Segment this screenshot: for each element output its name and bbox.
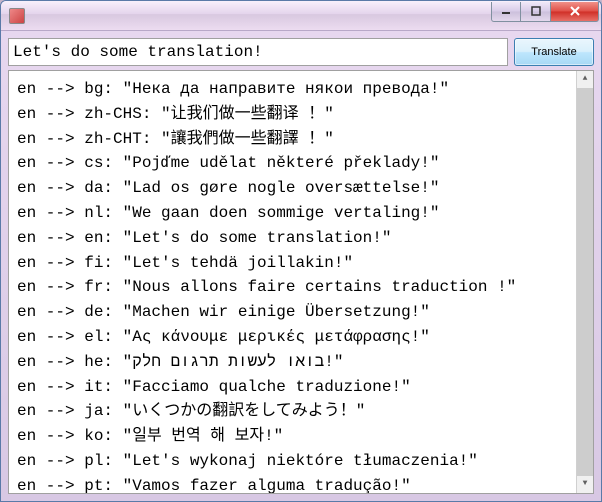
- maximize-button[interactable]: [521, 2, 551, 22]
- output-line: en --> zh-CHT: "讓我們做一些翻譯 ！": [17, 127, 585, 152]
- output-line: en --> ja: "いくつかの翻訳をしてみよう！": [17, 399, 585, 424]
- output-line: en --> bg: "Нека да направите някои прев…: [17, 77, 585, 102]
- scroll-up-arrow-icon[interactable]: ▲: [577, 71, 593, 88]
- titlebar[interactable]: [1, 1, 601, 31]
- output-line: en --> de: "Machen wir einige Übersetzun…: [17, 300, 585, 325]
- output-line: en --> it: "Facciamo qualche traduzione!…: [17, 375, 585, 400]
- app-icon: [9, 8, 25, 24]
- app-window: Translate en --> bg: "Нека да направите …: [0, 0, 602, 502]
- output-line: en --> en: "Let's do some translation!": [17, 226, 585, 251]
- minimize-button[interactable]: [491, 2, 521, 22]
- close-button[interactable]: [551, 2, 599, 22]
- scroll-down-arrow-icon[interactable]: ▼: [577, 476, 593, 493]
- output-line: en --> zh-CHS: "让我们做一些翻译 ！": [17, 102, 585, 127]
- client-area: Translate en --> bg: "Нека да направите …: [1, 31, 601, 501]
- translate-button[interactable]: Translate: [514, 38, 594, 66]
- scrollbar-thumb[interactable]: [577, 88, 593, 476]
- output-line: en --> fi: "Let's tehdä joillakin!": [17, 251, 585, 276]
- output-line: en --> fr: "Nous allons faire certains t…: [17, 275, 585, 300]
- output-line: en --> he: "בואו לעשות תרגום חלק!": [17, 350, 585, 375]
- minimize-icon: [501, 6, 511, 16]
- input-row: Translate: [8, 38, 594, 66]
- output-line: en --> pt: "Vamos fazer alguma tradução!…: [17, 474, 585, 494]
- translation-input[interactable]: [8, 38, 508, 66]
- output-lines: en --> bg: "Нека да направите някои прев…: [17, 77, 585, 494]
- output-line: en --> pl: "Let's wykonaj niektóre tłuma…: [17, 449, 585, 474]
- vertical-scrollbar[interactable]: ▲ ▼: [576, 71, 593, 493]
- output-line: en --> ko: "일부 번역 해 보자!": [17, 424, 585, 449]
- output-line: en --> cs: "Pojďme udělat některé překla…: [17, 151, 585, 176]
- output-line: en --> da: "Lad os gøre nogle oversættel…: [17, 176, 585, 201]
- output-line: en --> nl: "We gaan doen sommige vertali…: [17, 201, 585, 226]
- window-controls: [491, 2, 599, 22]
- output-line: en --> el: "Ας κάνουμε μερικές μετάφραση…: [17, 325, 585, 350]
- close-icon: [569, 6, 581, 16]
- titlebar-left: [9, 8, 31, 24]
- output-area[interactable]: en --> bg: "Нека да направите някои прев…: [8, 70, 594, 494]
- maximize-icon: [531, 6, 541, 16]
